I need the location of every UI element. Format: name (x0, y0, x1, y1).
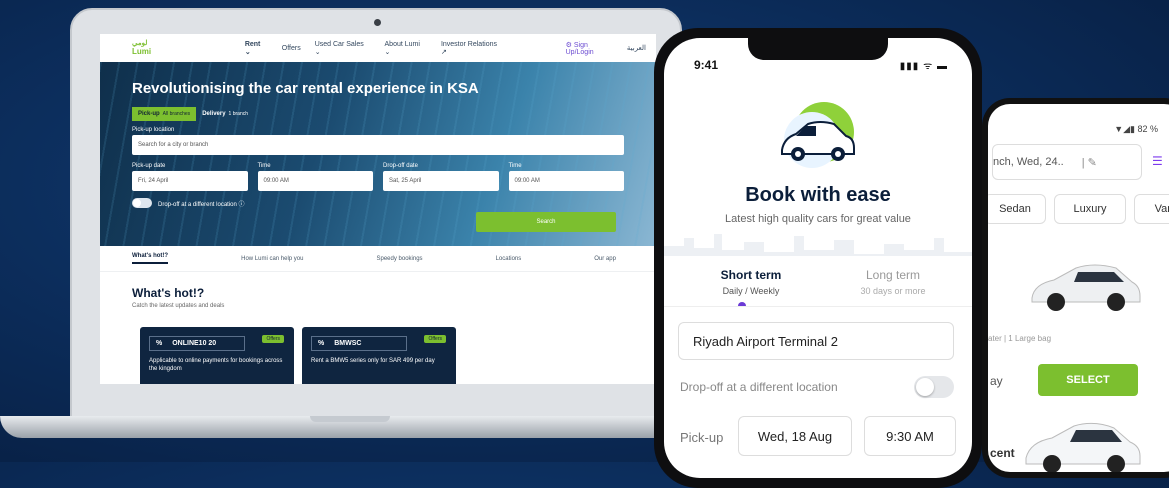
site-nav: لومي Lumi Rent ⌄ Offers Used Car Sales ⌄… (100, 34, 656, 62)
promo-code: % ONLINE10 20 (149, 336, 245, 351)
phone-back: ▼◢▮ 82 % nch, Wed, 24.. | ✎ ☰ Sedan Luxu… (982, 98, 1169, 478)
nav-rent[interactable]: Rent ⌄ (245, 41, 268, 56)
pickup-time-field[interactable]: 09:00 AM (257, 171, 373, 191)
nav-offers[interactable]: Offers (282, 45, 301, 52)
tab-our-app[interactable]: Our app (594, 256, 616, 262)
nav-about[interactable]: About Lumi ⌄ (385, 41, 427, 56)
pickup-location-input[interactable]: Search for a city or branch (132, 135, 624, 155)
offer-card[interactable]: % BMWSC Offers Rent a BMW5 series only fo… (302, 327, 456, 384)
tab-delivery[interactable]: Delivery 1 branch (196, 107, 254, 121)
chip-sedan[interactable]: Sedan (988, 194, 1046, 224)
dropoff-date-field[interactable]: Sat, 25 April (383, 171, 499, 191)
partial-label: cent (990, 446, 1015, 460)
partial-label: ay (990, 374, 1003, 388)
search-button[interactable]: Search (476, 212, 616, 232)
screen-title: Book with ease (745, 184, 891, 206)
phone-notch (748, 38, 888, 60)
camera-dot (374, 19, 381, 26)
tab-long-term[interactable]: Long term 30 days or more (848, 268, 938, 296)
car-booking-illustration (781, 102, 855, 168)
offer-description: Rent a BMW5 series only for SAR 499 per … (311, 358, 435, 364)
hero-banner: Revolutionising the car rental experienc… (100, 62, 656, 246)
nav-used-cars[interactable]: Used Car Sales ⌄ (315, 41, 371, 56)
pickup-location-label: Pick-up location (132, 127, 175, 133)
pickup-date-field[interactable]: Fri, 24 April (132, 171, 248, 191)
pickup-date-label: Pick-up date (132, 163, 166, 169)
signup-link[interactable]: ⚙ Sign Up/Login (566, 41, 617, 56)
car-image (1031, 264, 1141, 311)
tab-speedy-bookings[interactable]: Speedy bookings (377, 256, 423, 262)
phone-front: 9:41 ▮▮▮ ᯤ ▬ Book with ease Latest high … (654, 28, 982, 488)
pickup-date-field[interactable]: Wed, 18 Aug (738, 416, 852, 456)
status-bar: ▼◢▮ 82 % (1114, 124, 1158, 134)
chip-luxury[interactable]: Luxury (1054, 194, 1126, 224)
dropoff-label: Drop-off at a different location (680, 380, 838, 394)
car-spec: ater | 1 Large bag (988, 334, 1052, 343)
offer-badge: Offers (424, 335, 446, 343)
ticket-icon: % (318, 340, 325, 347)
language-switch[interactable]: العربية (627, 44, 646, 52)
dropoff-toggle-label: Drop-off at a different location ⓘ (158, 201, 245, 208)
edit-icon[interactable]: | ✎ (1082, 156, 1097, 169)
promo-code: % BMWSC (311, 336, 407, 351)
hero-title: Revolutionising the car rental experienc… (132, 80, 479, 97)
nav-investor[interactable]: Investor Relations ↗ (441, 41, 504, 56)
tab-locations[interactable]: Locations (496, 256, 522, 262)
dropoff-toggle[interactable] (132, 198, 152, 208)
tab-whats-hot[interactable]: What's hot!? (132, 253, 169, 264)
search-summary-field[interactable]: nch, Wed, 24.. | ✎ (992, 144, 1142, 180)
whats-hot-section: What's hot!? Catch the latest updates an… (100, 272, 656, 384)
chip-van[interactable]: Van (1134, 194, 1169, 224)
phone-back-screen: ▼◢▮ 82 % nch, Wed, 24.. | ✎ ☰ Sedan Luxu… (988, 104, 1169, 472)
dropoff-date-label: Drop-off date (383, 163, 418, 169)
pickup-location-field[interactable]: Riyadh Airport Terminal 2 (678, 322, 954, 360)
phone-front-screen: 9:41 ▮▮▮ ᯤ ▬ Book with ease Latest high … (664, 38, 972, 478)
tab-how-lumi-helps[interactable]: How Lumi can help you (241, 256, 303, 262)
lumi-logo[interactable]: لومي Lumi (132, 40, 195, 56)
screen-subtitle: Latest high quality cars for great value (725, 213, 911, 225)
laptop-base (0, 416, 700, 438)
tab-pickup[interactable]: Pick-up All branches (132, 107, 197, 121)
city-skyline (664, 234, 972, 256)
status-icons: ▮▮▮ ᯤ ▬ (899, 61, 948, 72)
pickup-label: Pick-up (680, 430, 724, 445)
mode-tabs: Pick-up All branches Delivery 1 branch (132, 107, 624, 121)
laptop: لومي Lumi Rent ⌄ Offers Used Car Sales ⌄… (70, 8, 682, 418)
laptop-notch (310, 416, 390, 422)
select-button[interactable]: SELECT (1038, 364, 1138, 396)
offer-description: Applicable to online payments for bookin… (149, 358, 283, 372)
car-image (1025, 422, 1141, 472)
divider (664, 306, 972, 307)
status-time: 9:41 (694, 58, 719, 72)
ticket-icon: % (156, 340, 163, 347)
section-title: What's hot!? (132, 286, 205, 300)
filter-icon[interactable]: ☰ (1152, 154, 1163, 168)
pickup-time-field[interactable]: 9:30 AM (864, 416, 956, 456)
section-subtitle: Catch the latest updates and deals (132, 303, 225, 309)
website-screen: لومي Lumi Rent ⌄ Offers Used Car Sales ⌄… (100, 34, 656, 384)
offer-card[interactable]: % ONLINE10 20 Offers Applicable to online… (140, 327, 294, 384)
dropoff-toggle[interactable] (914, 376, 954, 398)
tab-short-term[interactable]: Short term Daily / Weekly (706, 268, 796, 296)
offer-badge: Offers (262, 335, 284, 343)
pickup-time-label: Time (257, 163, 271, 169)
dropoff-time-label: Time (508, 163, 522, 169)
section-tabs: What's hot!? How Lumi can help you Speed… (100, 246, 656, 272)
dropoff-time-field[interactable]: 09:00 AM (508, 171, 624, 191)
